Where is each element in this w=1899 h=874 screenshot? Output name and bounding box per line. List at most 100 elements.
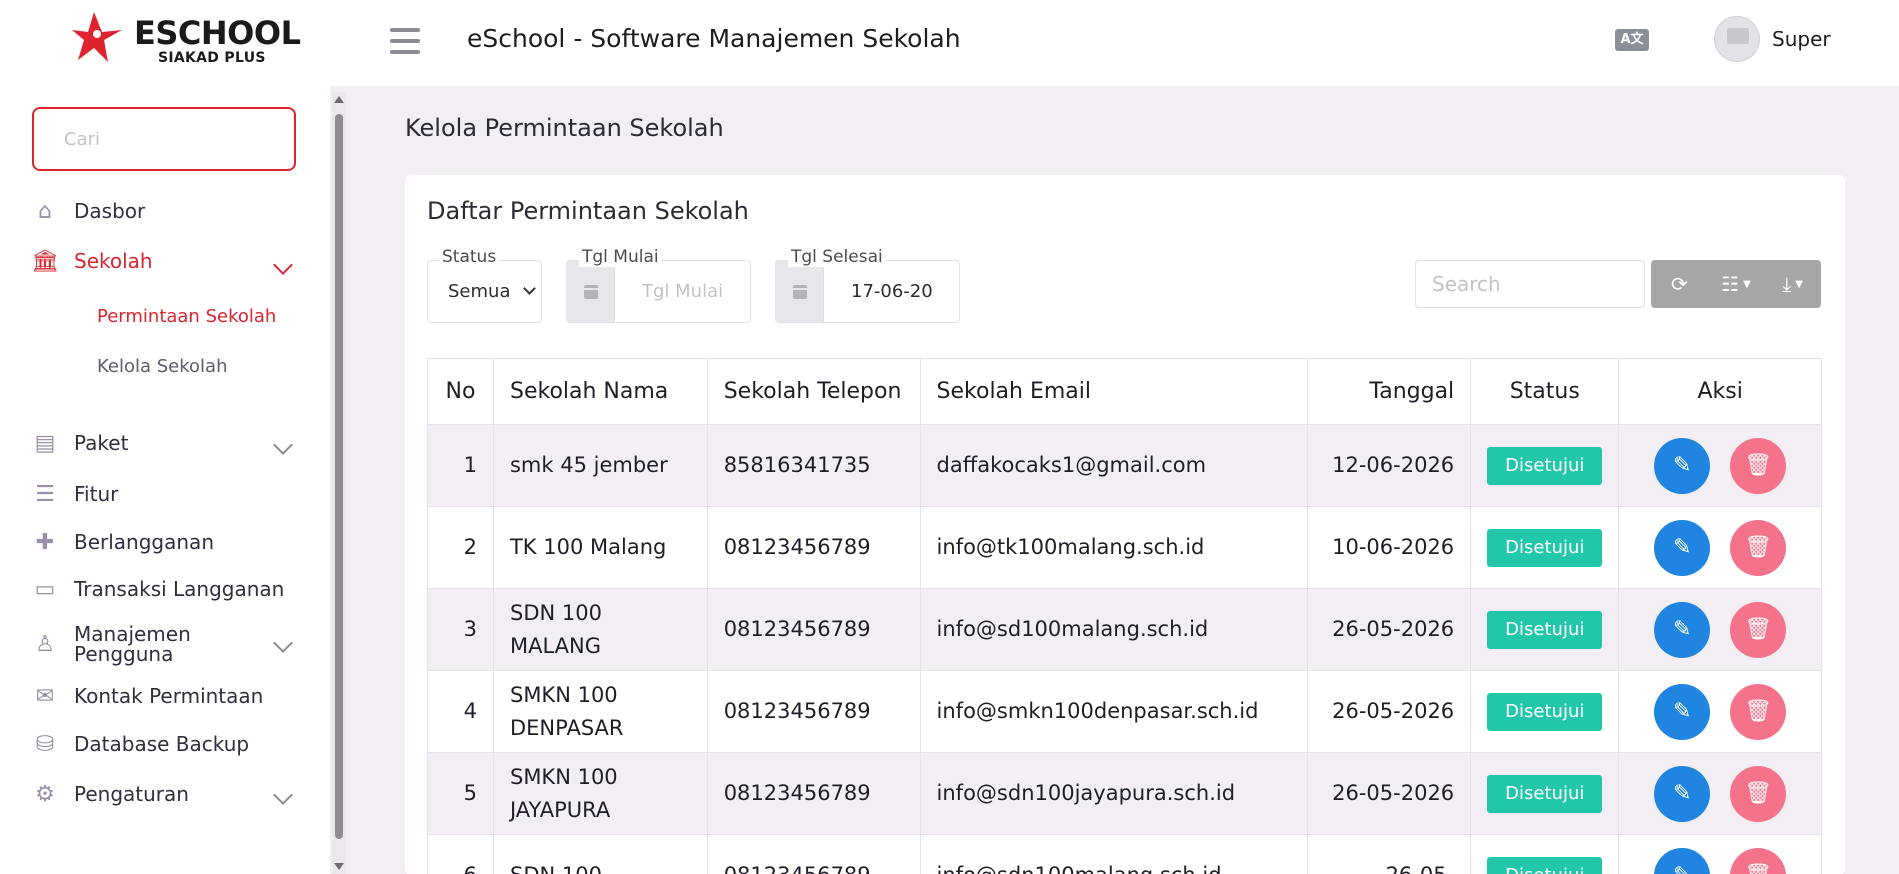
cell-telepon: 08123456789 [706, 670, 921, 753]
status-badge: Disetujui [1487, 446, 1603, 485]
cell-no: 2 [427, 506, 494, 589]
table-row: 2 TK 100 Malang 08123456789 info@tk100ma… [427, 506, 1822, 589]
cell-aksi: ✎🗑 [1618, 424, 1822, 507]
table-row: 4 SMKN 100 DENPASAR 08123456789 info@smk… [427, 670, 1822, 753]
cell-email: info@sd100malang.sch.id [919, 588, 1309, 671]
status-badge: Disetujui [1487, 610, 1603, 649]
archive-icon: ▤ [34, 430, 56, 456]
delete-button[interactable]: 🗑 [1730, 601, 1787, 658]
edit-button[interactable]: ✎ [1654, 847, 1711, 874]
cell-nama: SMKN 100 JAYAPURA [492, 752, 708, 835]
status-select[interactable]: Semua [427, 260, 542, 323]
cell-nama: TK 100 Malang [492, 506, 708, 589]
start-date-label: Tgl Mulai [579, 247, 662, 267]
status-filter-label: Status [439, 247, 500, 267]
column-header-tanggal[interactable]: Tanggal [1307, 358, 1472, 425]
logo-mark-icon [72, 12, 122, 62]
sidebar-item-database-backup[interactable]: ⛁ Database Backup [32, 732, 249, 757]
cell-nama: smk 45 jember [492, 424, 708, 507]
download-icon[interactable]: ⤓ ▼ [1764, 260, 1821, 308]
cell-telepon: 08123456789 [706, 506, 921, 589]
scroll-up-arrow-icon[interactable] [334, 96, 344, 103]
edit-button[interactable]: ✎ [1654, 437, 1711, 494]
cell-status: Disetujui [1470, 424, 1620, 507]
puzzle-icon: ✚ [35, 529, 55, 555]
bank-icon: 🏛 [31, 248, 59, 274]
delete-button[interactable]: 🗑 [1730, 765, 1787, 822]
sidebar-subitem-permintaan-sekolah[interactable]: Permintaan Sekolah [97, 306, 276, 327]
cell-aksi: ✎🗑 [1618, 588, 1822, 671]
column-header-status[interactable]: Status [1470, 358, 1620, 425]
money-icon: ▭ [34, 576, 56, 602]
sidebar-item-fitur[interactable]: ☰ Fitur [32, 481, 119, 507]
user-name[interactable]: Super [1772, 27, 1831, 51]
sidebar-item-manajemen-pengguna[interactable]: ♙ Manajemen Pengguna [32, 624, 204, 664]
delete-button[interactable]: 🗑 [1730, 683, 1787, 740]
delete-button[interactable]: 🗑 [1730, 519, 1787, 576]
cell-no: 5 [427, 752, 494, 835]
cell-telepon: 08123456789 [706, 834, 921, 874]
sidebar-item-sekolah[interactable]: 🏛 Sekolah [31, 248, 153, 274]
sidebar-item-label: Fitur [74, 482, 119, 506]
envelope-icon: ✉ [35, 683, 55, 709]
cell-tanggal: 10-06-2026 [1307, 506, 1472, 589]
menu-toggle-icon[interactable] [390, 28, 420, 54]
list-icon: ☰ [35, 481, 55, 507]
status-badge: Disetujui [1487, 692, 1603, 731]
chevron-down-icon[interactable] [273, 255, 293, 275]
chevron-down-icon[interactable] [273, 785, 293, 805]
edit-button[interactable]: ✎ [1654, 683, 1711, 740]
edit-button[interactable]: ✎ [1654, 601, 1711, 658]
sidebar-item-pengaturan[interactable]: ⚙ Pengaturan [32, 782, 189, 807]
table-search-input[interactable] [1415, 260, 1645, 308]
end-date-value: 17-06-20 [851, 281, 933, 302]
translate-icon[interactable]: A文 [1615, 29, 1649, 51]
logo[interactable]: ESCHOOL SIAKAD PLUS [64, 10, 301, 70]
avatar[interactable] [1714, 16, 1760, 62]
sidebar-subitem-kelola-sekolah[interactable]: Kelola Sekolah [97, 356, 227, 377]
sidebar-item-dasbor[interactable]: ⌂ Dasbor [32, 199, 146, 224]
column-header-telepon[interactable]: Sekolah Telepon [706, 358, 921, 425]
cell-nama: SDN 100 [492, 834, 708, 874]
column-header-nama[interactable]: Sekolah Nama [492, 358, 708, 425]
end-date-label: Tgl Selesai [788, 247, 886, 267]
cell-no: 3 [427, 588, 494, 671]
column-header-no[interactable]: No [427, 358, 494, 425]
logo-title: ESCHOOL [134, 14, 301, 52]
sidebar-item-berlangganan[interactable]: ✚ Berlangganan [32, 529, 214, 555]
chevron-down-icon[interactable] [273, 435, 293, 455]
cell-status: Disetujui [1470, 752, 1620, 835]
end-date-field[interactable]: 17-06-20 [775, 260, 960, 323]
delete-button[interactable]: 🗑 [1730, 847, 1787, 874]
cell-tanggal: 26-05-2026 [1307, 670, 1472, 753]
cell-tanggal: 26-05-2026 [1307, 752, 1472, 835]
scroll-down-arrow-icon[interactable] [334, 863, 344, 870]
table-row: 5 SMKN 100 JAYAPURA 08123456789 info@sdn… [427, 752, 1822, 835]
edit-button[interactable]: ✎ [1654, 519, 1711, 576]
sidebar-scrollbar[interactable] [332, 92, 346, 874]
scrollbar-thumb[interactable] [335, 114, 343, 839]
status-badge: Disetujui [1487, 774, 1603, 813]
sidebar-search-input[interactable] [32, 107, 296, 171]
delete-button[interactable]: 🗑 [1730, 437, 1787, 494]
chevron-down-icon[interactable] [273, 633, 293, 653]
cell-no: 4 [427, 670, 494, 753]
columns-toggle-icon[interactable]: ☷ ▼ [1708, 260, 1765, 308]
no-image-icon [1727, 28, 1749, 44]
column-header-aksi: Aksi [1618, 358, 1822, 425]
cell-aksi: ✎🗑 [1618, 506, 1822, 589]
cell-status: Disetujui [1470, 670, 1620, 753]
cell-status: Disetujui [1470, 834, 1620, 874]
sidebar-item-paket[interactable]: ▤ Paket [32, 430, 129, 456]
status-select-value: Semua [448, 281, 511, 302]
refresh-icon[interactable]: ⟳ [1651, 260, 1708, 308]
user-tie-icon: ♙ [35, 631, 55, 657]
sidebar-item-label: Dasbor [74, 199, 146, 223]
calendar-icon [567, 261, 615, 322]
edit-button[interactable]: ✎ [1654, 765, 1711, 822]
sidebar-item-transaksi-langganan[interactable]: ▭ Transaksi Langganan [32, 576, 285, 602]
sidebar-item-kontak-permintaan[interactable]: ✉ Kontak Permintaan [32, 683, 264, 709]
start-date-field[interactable]: Tgl Mulai [566, 260, 751, 323]
cell-email: info@sdn100jayapura.sch.id [919, 752, 1309, 835]
column-header-email[interactable]: Sekolah Email [919, 358, 1309, 425]
